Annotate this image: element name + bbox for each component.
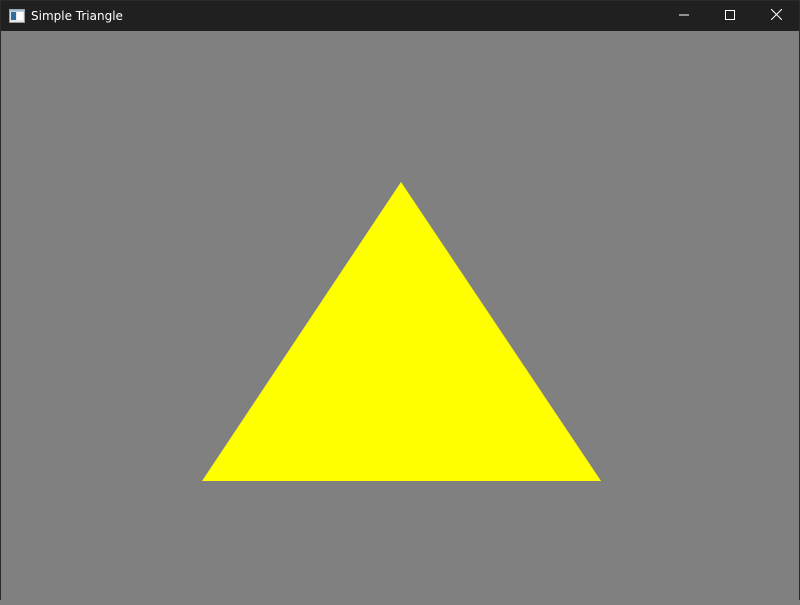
render-canvas[interactable] (1, 31, 799, 600)
yellow-triangle (202, 182, 601, 481)
window-controls (661, 1, 799, 31)
window-title: Simple Triangle (31, 9, 123, 23)
title-bar[interactable]: Simple Triangle (1, 1, 799, 31)
maximize-button[interactable] (707, 1, 753, 31)
console-window-icon (9, 8, 25, 24)
minimize-button[interactable] (661, 1, 707, 31)
app-window: Simple Triangle (0, 0, 800, 600)
scene-svg (202, 182, 601, 481)
close-icon (770, 7, 782, 25)
close-button[interactable] (753, 1, 799, 31)
maximize-icon (725, 7, 735, 25)
minimize-icon (679, 7, 689, 25)
